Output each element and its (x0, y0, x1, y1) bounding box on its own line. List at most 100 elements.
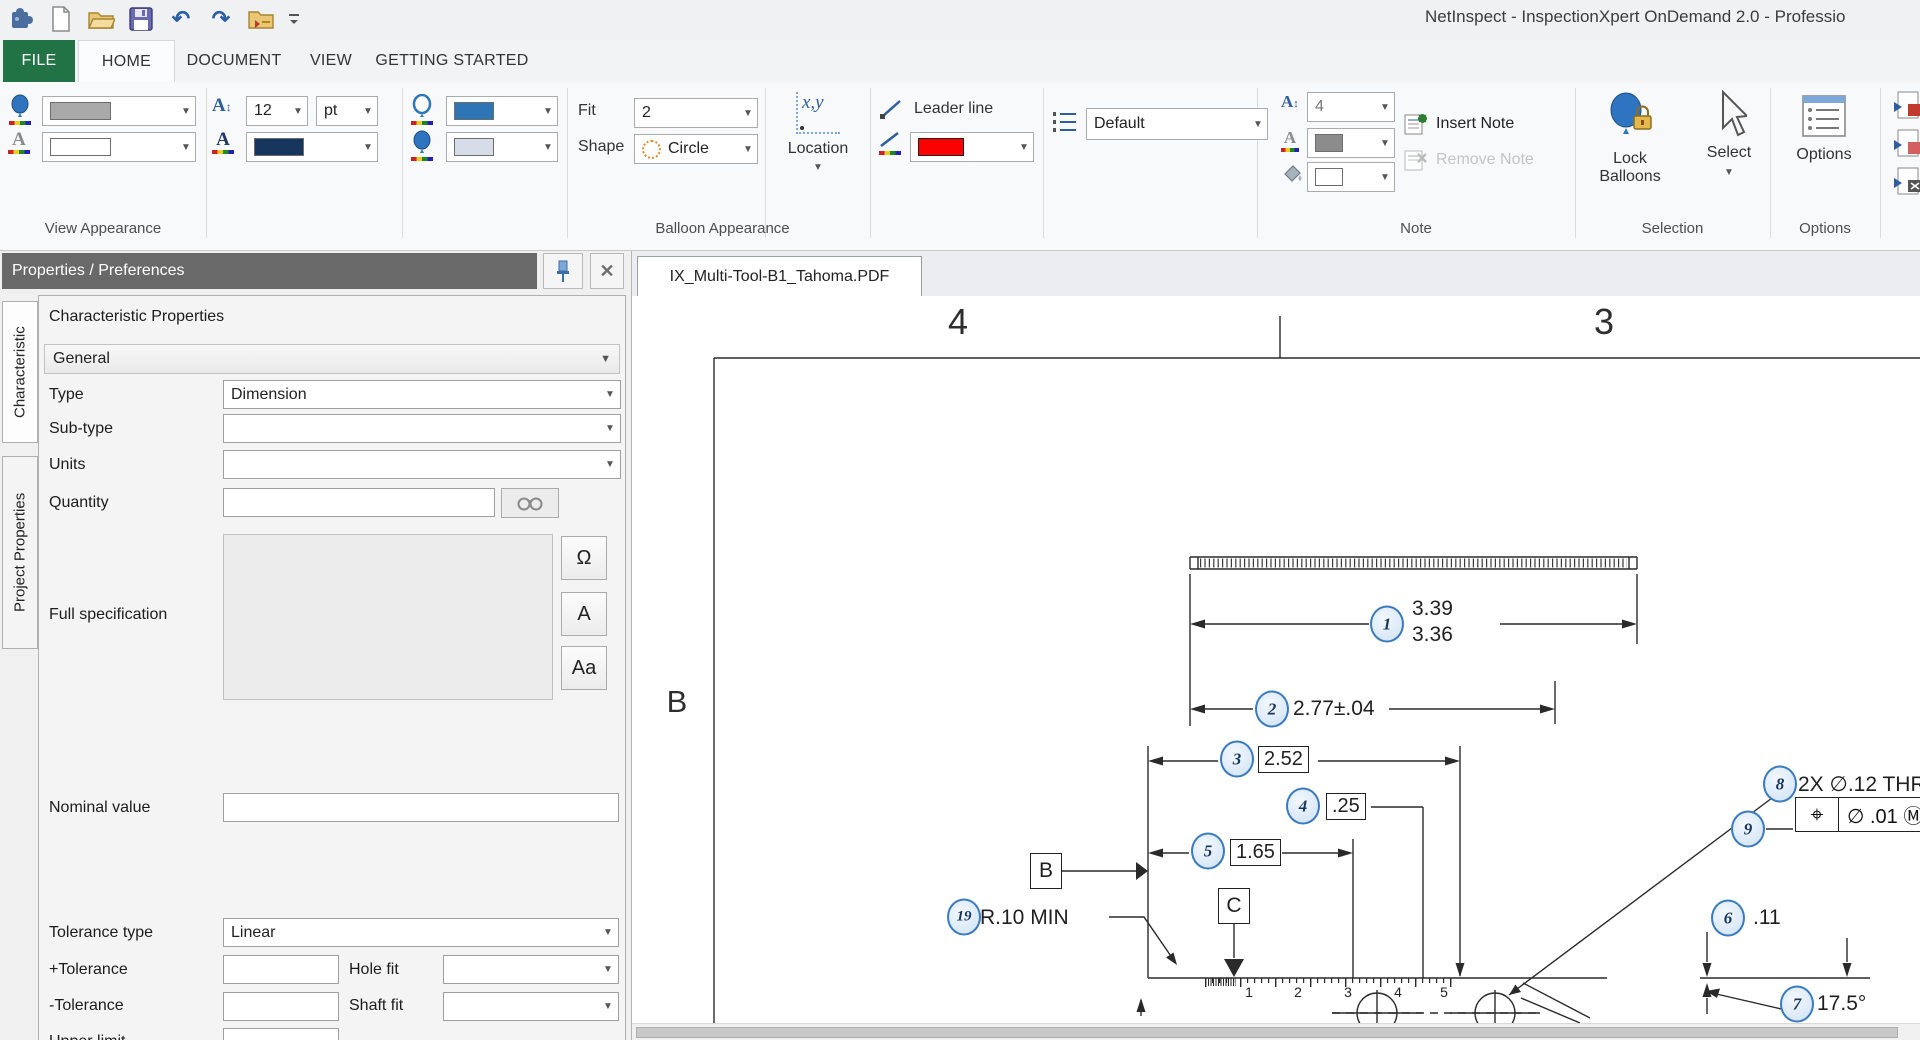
export-excel-icon[interactable] (1892, 166, 1920, 201)
balloon-5[interactable]: 5 (1191, 833, 1225, 870)
balloon-4[interactable]: 4 (1286, 788, 1320, 825)
balloon-fill-color-dropdown[interactable]: ▼ (446, 132, 558, 162)
view-font-color-icon: A (8, 130, 30, 154)
import-folder-icon[interactable] (246, 4, 276, 34)
location-button[interactable]: x,y Location ▼ (772, 92, 864, 173)
close-panel-button[interactable]: ✕ (590, 253, 624, 289)
note-font-color-icon: A (1281, 128, 1299, 152)
zone-label-3: 3 (1581, 301, 1627, 343)
tolerance-type-dropdown[interactable]: Linear▼ (223, 918, 619, 947)
type-dropdown[interactable]: Dimension▼ (223, 380, 621, 409)
balloon-8[interactable]: 8 (1763, 766, 1797, 803)
group-label-options: Options (1770, 220, 1880, 242)
shape-label: Shape (578, 138, 624, 156)
view-balloon-color-dropdown[interactable]: ▼ (42, 96, 196, 126)
tab-view[interactable]: VIEW (296, 40, 366, 82)
save-icon[interactable] (126, 4, 156, 34)
insert-note-button[interactable]: Insert Note (1404, 112, 1514, 136)
lock-balloons-button[interactable]: Lock Balloons (1582, 90, 1678, 186)
shape-dropdown[interactable]: Circle▼ (634, 134, 758, 164)
shaft-fit-label: Shaft fit (349, 997, 403, 1015)
balloon-1[interactable]: 1 (1370, 606, 1404, 643)
font-color-dropdown[interactable]: ▼ (246, 132, 378, 162)
horizontal-scrollbar-thumb[interactable] (636, 1027, 1898, 1038)
options-button[interactable]: Options (1778, 94, 1870, 164)
full-specification-textarea[interactable] (223, 534, 553, 700)
units-dropdown[interactable]: ▼ (223, 450, 621, 479)
ribbon-divider (1575, 88, 1576, 238)
datum-box-c: C (1218, 888, 1250, 924)
balloon-9[interactable]: 9 (1731, 811, 1765, 848)
dimension-text-19: R.10 MIN (980, 906, 1069, 930)
ruler-number: 1 (1241, 984, 1257, 1000)
tab-document[interactable]: DOCUMENT (178, 40, 290, 82)
document-area: IX_Multi-Tool-B1_Tahoma.PDF (632, 251, 1920, 1040)
new-document-icon[interactable] (46, 4, 76, 34)
view-font-color-dropdown[interactable]: ▼ (42, 132, 196, 162)
hole-fit-dropdown[interactable]: ▼ (443, 955, 619, 984)
title-bar: ↶ ↷ NetInspect - InspectionXpert OnDeman… (0, 0, 1920, 40)
redo-icon[interactable]: ↷ (206, 4, 236, 34)
balloon-6[interactable]: 6 (1711, 900, 1745, 937)
note-fill-color-dropdown[interactable]: ▼ (1307, 162, 1395, 192)
tab-getting-started[interactable]: GETTING STARTED (372, 40, 532, 82)
plus-tolerance-input[interactable] (223, 955, 339, 984)
customize-toolbar-icon[interactable] (286, 4, 302, 34)
quantity-input[interactable] (223, 488, 495, 517)
quantity-search-button[interactable] (501, 488, 559, 518)
dimension-text-6: .11 (1753, 906, 1781, 930)
numbering-scheme-dropdown[interactable]: Default▼ (1086, 108, 1268, 140)
leader-line-color-dropdown[interactable]: ▼ (910, 132, 1034, 162)
undo-icon[interactable]: ↶ (166, 4, 196, 34)
nominal-value-input[interactable] (223, 793, 619, 822)
chevron-down-icon: ▼ (1724, 167, 1734, 178)
open-file-icon[interactable] (86, 4, 116, 34)
font-unit-dropdown[interactable]: pt▼ (316, 96, 378, 126)
ribbon-divider (206, 88, 207, 238)
remove-note-button[interactable]: Remove Note (1404, 148, 1534, 172)
color-swatch (50, 102, 111, 120)
document-tab[interactable]: IX_Multi-Tool-B1_Tahoma.PDF (637, 256, 922, 296)
tab-home[interactable]: HOME (78, 40, 175, 83)
dimension-box-3: 2.52 (1258, 746, 1309, 773)
shaft-fit-dropdown[interactable]: ▼ (443, 992, 619, 1021)
leader-line-button[interactable]: Leader line (878, 96, 993, 122)
dimension-text-8: 2X ∅.12 THRU (1798, 772, 1920, 797)
export-pdf-icon[interactable] (1892, 90, 1920, 125)
chevron-down-icon: ▼ (600, 353, 611, 365)
balloon-7[interactable]: 7 (1780, 986, 1814, 1023)
font-color-icon: A (212, 130, 234, 154)
work-area: Properties / Preferences ✕ Characteristi… (0, 250, 1920, 1040)
horizontal-scrollbar[interactable] (632, 1023, 1920, 1040)
general-section-header[interactable]: General▼ (44, 344, 620, 374)
app-logo-icon[interactable] (6, 4, 36, 34)
symbol-omega-button[interactable]: Ω (561, 536, 607, 580)
dimension-text-1a: 3.39 (1412, 597, 1453, 621)
group-label-view-appearance: View Appearance (0, 220, 206, 242)
balloon-2[interactable]: 2 (1255, 691, 1289, 728)
select-button[interactable]: Select ▼ (1692, 90, 1766, 178)
pin-panel-button[interactable] (543, 253, 583, 289)
side-tab-characteristic[interactable]: Characteristic (2, 301, 38, 443)
side-tab-project-properties[interactable]: Project Properties (2, 456, 38, 649)
chevron-down-icon: ▼ (813, 162, 823, 173)
section-title: Characteristic Properties (49, 308, 224, 326)
balloon-outline-color-dropdown[interactable]: ▼ (446, 96, 558, 126)
balloon-3[interactable]: 3 (1220, 741, 1254, 778)
export-image-icon[interactable] (1892, 128, 1920, 163)
upper-limit-input[interactable] (223, 1028, 339, 1040)
note-font-size-dropdown[interactable]: 4▼ (1307, 92, 1395, 122)
note-font-color-dropdown[interactable]: ▼ (1307, 128, 1395, 158)
balloon-19[interactable]: 19 (947, 899, 981, 936)
balloon-fill-color-icon (410, 130, 434, 161)
text-case-button[interactable]: Aa (561, 646, 607, 690)
drawing-viewport[interactable]: 4 3 B 1 2 3 4 5 6 7 8 9 19 3.39 3.36 2.7… (632, 296, 1920, 1023)
font-style-button[interactable]: A (561, 592, 607, 636)
subtype-dropdown[interactable]: ▼ (223, 414, 621, 443)
minus-tolerance-input[interactable] (223, 992, 339, 1021)
font-size-dropdown[interactable]: 12▼ (246, 96, 308, 126)
ribbon-tab-row: FILE HOME DOCUMENT VIEW GETTING STARTED (0, 40, 1920, 82)
ribbon-divider (402, 88, 403, 238)
tab-file[interactable]: FILE (3, 40, 75, 82)
fit-dropdown[interactable]: 2▼ (634, 98, 758, 128)
